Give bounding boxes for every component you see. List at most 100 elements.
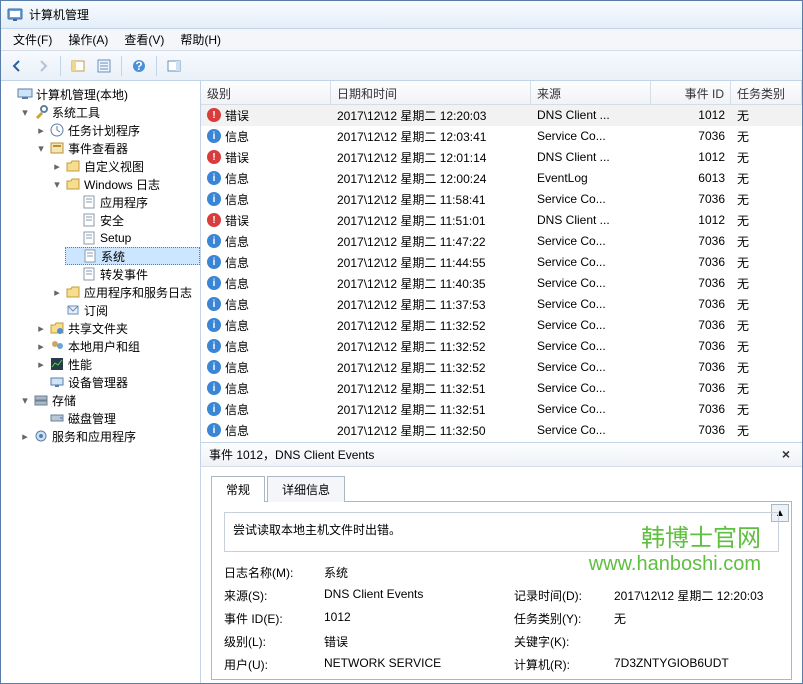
col-datetime[interactable]: 日期和时间	[331, 81, 531, 104]
event-taskcat: 无	[731, 315, 802, 336]
event-source: Service Co...	[531, 379, 651, 397]
tools-icon	[33, 104, 49, 120]
title-bar: 计算机管理	[1, 1, 802, 29]
tree-log-security[interactable]: 安全	[65, 211, 200, 229]
tree-custom-views[interactable]: ▸自定义视图	[49, 157, 200, 175]
tree-root[interactable]: 计算机管理(本地)	[1, 85, 200, 103]
tree-local-users[interactable]: ▸本地用户和组	[33, 337, 200, 355]
collapse-icon[interactable]: ▾	[19, 106, 31, 118]
menu-action[interactable]: 操作(A)	[60, 29, 116, 50]
event-source: DNS Client ...	[531, 148, 651, 166]
expand-icon[interactable]	[3, 88, 15, 100]
tree-shared-folders[interactable]: ▸共享文件夹	[33, 319, 200, 337]
event-row[interactable]: i信息2017\12\12 星期二 11:44:55Service Co...7…	[201, 252, 802, 273]
tree-services-apps[interactable]: ▸服务和应用程序	[17, 427, 200, 445]
val-user: NETWORK SERVICE	[324, 656, 504, 673]
menu-view[interactable]: 查看(V)	[116, 29, 172, 50]
event-id: 6013	[651, 169, 731, 187]
col-task-cat[interactable]: 任务类别	[731, 81, 802, 104]
computer-icon	[17, 86, 33, 102]
expand-icon[interactable]: ▸	[35, 322, 47, 334]
event-row[interactable]: !错误2017\12\12 星期二 11:51:01DNS Client ...…	[201, 210, 802, 231]
tree-log-system[interactable]: 系统	[65, 247, 200, 265]
tab-details[interactable]: 详细信息	[267, 476, 345, 502]
menu-file[interactable]: 文件(F)	[5, 29, 60, 50]
event-source: Service Co...	[531, 127, 651, 145]
event-source: Service Co...	[531, 337, 651, 355]
tree-subscriptions[interactable]: 订阅	[49, 301, 200, 319]
event-row[interactable]: i信息2017\12\12 星期二 11:58:41Service Co...7…	[201, 189, 802, 210]
event-fields: 日志名称(M): 系统 来源(S): DNS Client Events 记录时…	[224, 564, 779, 673]
event-id: 1012	[651, 211, 731, 229]
info-icon: i	[207, 255, 221, 269]
event-row[interactable]: i信息2017\12\12 星期二 11:32:50Service Co...7…	[201, 420, 802, 441]
toolbar-back[interactable]	[5, 54, 29, 78]
expand-icon[interactable]: ▸	[35, 358, 47, 370]
tree-task-scheduler[interactable]: ▸任务计划程序	[33, 121, 200, 139]
tree-performance[interactable]: ▸性能	[33, 355, 200, 373]
event-row[interactable]: i信息2017\12\12 星期二 11:32:52Service Co...7…	[201, 315, 802, 336]
error-icon: !	[207, 108, 221, 122]
tree-system-tools[interactable]: ▾ 系统工具	[17, 103, 200, 121]
col-source[interactable]: 来源	[531, 81, 651, 104]
event-row[interactable]: !错误2017\12\12 星期二 12:20:03DNS Client ...…	[201, 105, 802, 126]
val-taskcat: 无	[614, 610, 779, 627]
tree-event-viewer[interactable]: ▾事件查看器	[33, 139, 200, 157]
event-row[interactable]: !错误2017\12\12 星期二 12:01:14DNS Client ...…	[201, 147, 802, 168]
event-row[interactable]: i信息2017\12\12 星期二 11:47:22Service Co...7…	[201, 231, 802, 252]
expand-icon[interactable]: ▸	[51, 286, 63, 298]
close-icon[interactable]: ×	[778, 447, 794, 463]
event-viewer-icon	[49, 140, 65, 156]
toolbar-help[interactable]: ?	[127, 54, 151, 78]
device-icon	[49, 374, 65, 390]
event-row[interactable]: i信息2017\12\12 星期二 12:00:24EventLog6013无	[201, 168, 802, 189]
event-row[interactable]: i信息2017\12\12 星期二 11:32:52Service Co...7…	[201, 357, 802, 378]
col-event-id[interactable]: 事件 ID	[651, 81, 731, 104]
event-row[interactable]: i信息2017\12\12 星期二 11:37:53Service Co...7…	[201, 294, 802, 315]
event-datetime: 2017\12\12 星期二 11:58:41	[331, 189, 531, 210]
event-source: Service Co...	[531, 190, 651, 208]
lab-level: 级别(L):	[224, 633, 314, 650]
event-source: Service Co...	[531, 316, 651, 334]
tab-general[interactable]: 常规	[211, 476, 265, 502]
info-icon: i	[207, 339, 221, 353]
event-taskcat: 无	[731, 378, 802, 399]
toolbar-show-hide[interactable]	[66, 54, 90, 78]
event-rows[interactable]: !错误2017\12\12 星期二 12:20:03DNS Client ...…	[201, 105, 802, 442]
event-row[interactable]: i信息2017\12\12 星期二 11:40:35Service Co...7…	[201, 273, 802, 294]
col-level[interactable]: 级别	[201, 81, 331, 104]
event-row[interactable]: i信息2017\12\12 星期二 11:32:51Service Co...7…	[201, 378, 802, 399]
expand-icon[interactable]: ▸	[51, 160, 63, 172]
tree-disk-management[interactable]: 磁盘管理	[33, 409, 200, 427]
navigation-tree[interactable]: 计算机管理(本地) ▾ 系统工具 ▸任务计划程序 ▾事件查看器	[1, 81, 201, 683]
event-row[interactable]: i信息2017\12\12 星期二 11:32:52Service Co...7…	[201, 336, 802, 357]
val-logged: 2017\12\12 星期二 12:20:03	[614, 587, 779, 604]
toolbar-forward[interactable]	[31, 54, 55, 78]
menu-help[interactable]: 帮助(H)	[172, 29, 229, 50]
collapse-icon[interactable]: ▾	[35, 142, 47, 154]
tree-device-manager[interactable]: 设备管理器	[33, 373, 200, 391]
tree-log-setup[interactable]: Setup	[65, 229, 200, 247]
collapse-icon[interactable]: ▾	[19, 394, 31, 406]
event-id: 7036	[651, 253, 731, 271]
event-id: 7036	[651, 379, 731, 397]
lab-logged: 记录时间(D):	[514, 587, 604, 604]
event-level: 信息	[225, 380, 249, 397]
toolbar-properties[interactable]	[92, 54, 116, 78]
event-row[interactable]: i信息2017\12\12 星期二 11:32:51Service Co...7…	[201, 399, 802, 420]
event-taskcat: 无	[731, 294, 802, 315]
tree-windows-logs[interactable]: ▾Windows 日志	[49, 175, 200, 193]
detail-panel: 事件 1012，DNS Client Events × 常规 详细信息 ▲ 韩博…	[201, 443, 802, 683]
info-icon: i	[207, 423, 221, 437]
tree-app-service-logs[interactable]: ▸应用程序和服务日志	[49, 283, 200, 301]
tree-storage[interactable]: ▾存储	[17, 391, 200, 409]
collapse-icon[interactable]: ▾	[51, 178, 63, 190]
tree-log-application[interactable]: 应用程序	[65, 193, 200, 211]
menu-bar: 文件(F) 操作(A) 查看(V) 帮助(H)	[1, 29, 802, 51]
event-row[interactable]: i信息2017\12\12 星期二 12:03:41Service Co...7…	[201, 126, 802, 147]
tree-log-forwarded[interactable]: 转发事件	[65, 265, 200, 283]
expand-icon[interactable]: ▸	[35, 340, 47, 352]
expand-icon[interactable]: ▸	[35, 124, 47, 136]
expand-icon[interactable]: ▸	[19, 430, 31, 442]
toolbar-action-pane[interactable]	[162, 54, 186, 78]
